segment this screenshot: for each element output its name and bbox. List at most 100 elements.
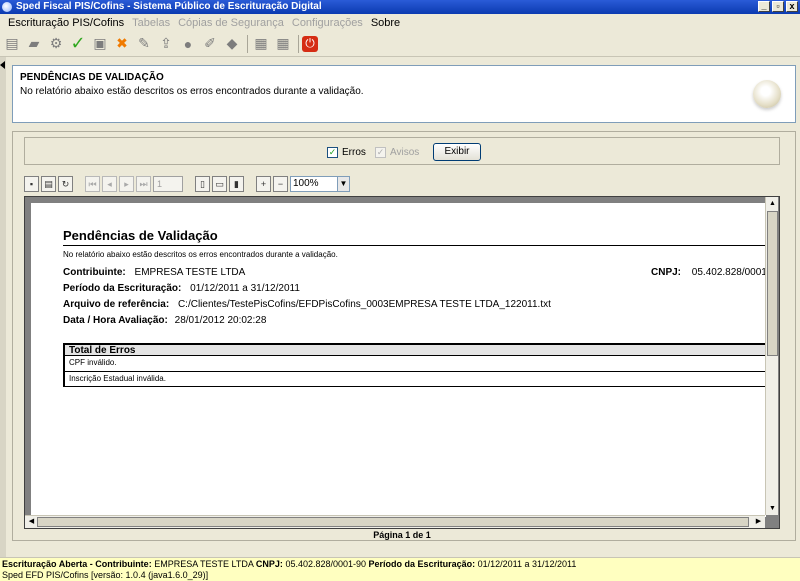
report-viewport: Pendências de Validação No relatório aba… — [24, 196, 780, 529]
cnpj-value: 05.402.828/0001 — [691, 267, 766, 278]
delete-icon[interactable]: ✖ — [112, 34, 132, 54]
zoom-select[interactable]: 100% ▼ — [290, 176, 350, 192]
menu-sobre[interactable]: Sobre — [367, 17, 404, 29]
edit-icon[interactable]: ✐ — [200, 34, 220, 54]
erros-checkbox[interactable]: ✓ Erros — [327, 147, 366, 158]
arquivo-row: Arquivo de referência: C:/Clientes/Teste… — [63, 299, 551, 310]
contribuinte-row: Contribuinte: EMPRESA TESTE LTDA — [63, 267, 245, 278]
table-row: Inscrição Estadual inválida. — [63, 371, 766, 387]
scroll-up-icon[interactable]: ▲ — [767, 198, 778, 209]
new-file-icon[interactable]: ▤ — [2, 34, 22, 54]
avisos-checkbox[interactable]: ✓ Avisos — [375, 147, 419, 158]
filter-bar: ✓ Erros ✓ Avisos Exibir — [24, 137, 780, 165]
cnpj-label: CNPJ: — [651, 267, 682, 278]
report-description: No relatório abaixo estão descritos os e… — [63, 250, 338, 259]
status-label-contribuinte: Escrituração Aberta - Contribuinte: — [2, 559, 152, 569]
chevron-down-icon[interactable]: ▼ — [337, 177, 349, 191]
status-line-1: Escrituração Aberta - Contribuinte: EMPR… — [2, 559, 800, 570]
close-button[interactable]: x — [786, 1, 798, 12]
page-title: PENDÊNCIAS DE VALIDAÇÃO — [20, 72, 164, 83]
cnpj-row: CNPJ: 05.402.828/0001 — [651, 267, 766, 278]
title-divider — [63, 245, 766, 246]
data-hora-row: Data / Hora Avaliação: 28/01/2012 20:02:… — [63, 315, 266, 326]
periodo-row: Período da Escrituração: 01/12/2011 a 31… — [63, 283, 300, 294]
menu-escrituracao[interactable]: Escrituração PIS/Cofins — [4, 17, 128, 29]
side-panel-handle[interactable] — [0, 57, 6, 557]
periodo-value: 01/12/2011 a 31/12/2011 — [190, 283, 300, 294]
main-toolbar: ▤ ▰ ⚙ ✓ ▣ ✖ ✎ ⇪ ● ✐ ◆ ▦ ▦ ⏻ — [0, 31, 800, 57]
horizontal-scrollbar[interactable]: ◀ ▶ — [25, 515, 765, 528]
exit-icon[interactable]: ⏻ — [302, 35, 318, 52]
print-icon[interactable]: ▣ — [90, 34, 110, 54]
export-icon[interactable]: ⇪ — [156, 34, 176, 54]
errors-table: Total de Erros CPF inválido. Inscrição E… — [63, 343, 766, 387]
page-width-icon[interactable]: ▭ — [212, 176, 227, 192]
title-bar: Sped Fiscal PIS/Cofins - Sistema Público… — [0, 0, 800, 14]
arquivo-label: Arquivo de referência: — [63, 299, 170, 310]
scroll-right-icon[interactable]: ▶ — [753, 517, 764, 527]
menu-copias-seguranca[interactable]: Cópias de Segurança — [174, 17, 288, 29]
status-bar: Escrituração Aberta - Contribuinte: EMPR… — [0, 557, 800, 581]
minimize-button[interactable]: _ — [758, 1, 770, 12]
open-folder-icon[interactable]: ▰ — [24, 34, 44, 54]
last-page-icon[interactable]: ⏭ — [136, 176, 151, 192]
print-report-icon[interactable]: ▤ — [41, 176, 56, 192]
scroll-left-icon[interactable]: ◀ — [26, 517, 37, 527]
zoom-value: 100% — [293, 178, 319, 189]
window-title: Sped Fiscal PIS/Cofins - Sistema Público… — [16, 1, 322, 12]
restore-button[interactable]: ▫ — [772, 1, 784, 12]
next-page-icon[interactable]: ▸ — [119, 176, 134, 192]
prev-page-icon[interactable]: ◂ — [102, 176, 117, 192]
sped-logo-icon — [753, 80, 781, 108]
header-panel: PENDÊNCIAS DE VALIDAÇÃO No relatório aba… — [12, 65, 796, 123]
checkbox-checked-icon[interactable]: ✓ — [327, 147, 338, 158]
contribuinte-value: EMPRESA TESTE LTDA — [134, 267, 246, 278]
collapse-arrow-icon[interactable] — [0, 61, 5, 69]
exibir-button[interactable]: Exibir — [433, 143, 481, 161]
table-row: CPF inválido. — [63, 355, 766, 371]
status-value-cnpj: 05.402.828/0001-90 — [285, 559, 367, 569]
page-description: No relatório abaixo estão descritos os e… — [20, 86, 364, 97]
scroll-down-icon[interactable]: ▼ — [767, 503, 778, 514]
erros-label: Erros — [342, 147, 366, 158]
status-line-2: Sped EFD PIS/Cofins [versão: 1.0.4 (java… — [2, 570, 209, 580]
menu-tabelas[interactable]: Tabelas — [128, 17, 174, 29]
toolbar-separator — [247, 34, 248, 53]
window-controls: _ ▫ x — [758, 1, 798, 12]
sign-icon[interactable]: ✎ — [134, 34, 154, 54]
avisos-label: Avisos — [390, 147, 420, 158]
vertical-scroll-thumb[interactable] — [767, 211, 778, 356]
save-icon[interactable]: ▦ — [251, 34, 271, 54]
toolbar-separator — [298, 34, 299, 53]
checkbox-disabled-icon[interactable]: ✓ — [375, 147, 386, 158]
page-indicator: Página 1 de 1 — [373, 530, 431, 540]
save-as-icon[interactable]: ▦ — [273, 34, 293, 54]
save-report-icon[interactable]: ▪ — [24, 176, 39, 192]
refresh-icon[interactable]: ↻ — [58, 176, 73, 192]
page-number-input[interactable]: 1 — [153, 176, 183, 192]
full-page-icon[interactable]: ▮ — [229, 176, 244, 192]
single-page-icon[interactable]: ▯ — [195, 176, 210, 192]
vertical-scrollbar[interactable]: ▲ ▼ — [765, 197, 778, 515]
zoom-in-icon[interactable]: + — [256, 176, 271, 192]
status-label-periodo: Período da Escrituração: — [368, 559, 476, 569]
zoom-out-icon[interactable]: − — [273, 176, 288, 192]
report-title: Pendências de Validação — [63, 228, 218, 243]
errors-table-header: Total de Erros — [63, 343, 766, 356]
status-value-periodo: 01/12/2011 a 31/12/2011 — [477, 559, 577, 569]
menu-configuracoes[interactable]: Configurações — [288, 17, 367, 29]
menu-bar: Escrituração PIS/Cofins Tabelas Cópias d… — [0, 14, 800, 31]
first-page-icon[interactable]: ⏮ — [85, 176, 100, 192]
import-icon[interactable]: ⚙ — [46, 34, 66, 54]
validate-check-icon[interactable]: ✓ — [68, 33, 88, 54]
horizontal-scroll-thumb[interactable] — [37, 517, 749, 527]
viewer-toolbar: ▪ ▤ ↻ ⏮ ◂ ▸ ⏭ 1 ▯ ▭ ▮ + − 100% ▼ — [24, 175, 350, 193]
globe-icon[interactable]: ● — [178, 34, 198, 54]
app-icon — [2, 2, 12, 12]
arquivo-value: C:/Clientes/TestePisCofins/EFDPisCofins_… — [177, 299, 551, 310]
status-value-contribuinte: EMPRESA TESTE LTDA — [154, 559, 254, 569]
contribuinte-label: Contribuinte: — [63, 267, 126, 278]
shield-icon[interactable]: ◆ — [222, 34, 242, 54]
data-hora-value: 28/01/2012 20:02:28 — [174, 315, 267, 326]
status-label-cnpj: CNPJ: — [255, 559, 283, 569]
